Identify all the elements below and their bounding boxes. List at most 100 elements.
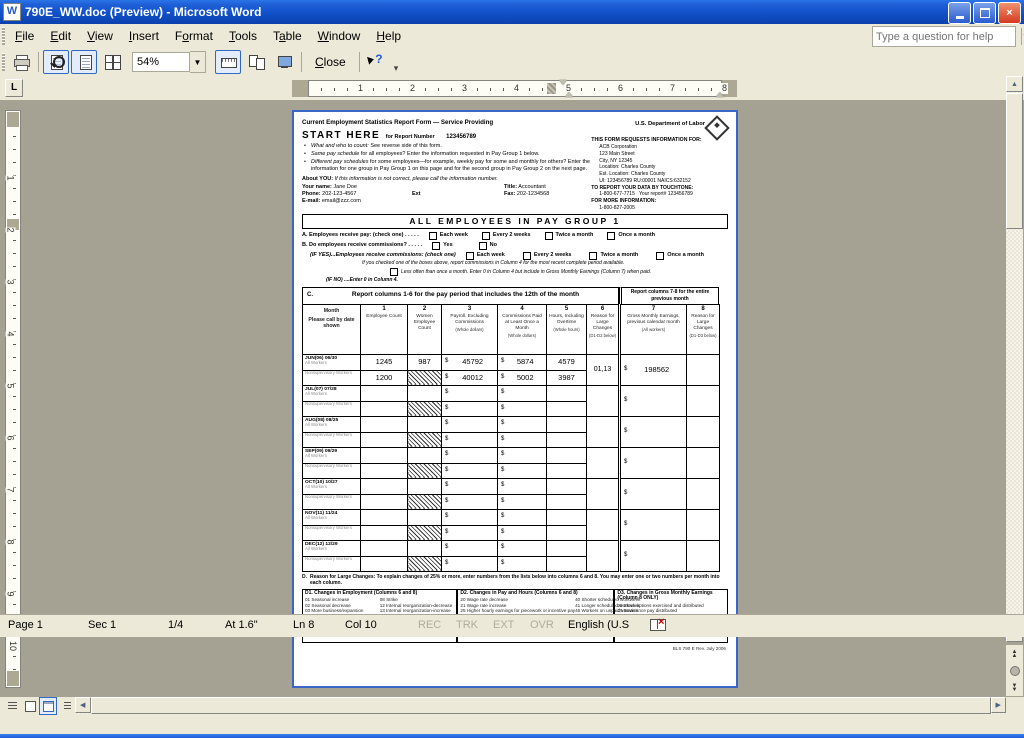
scroll-left-button[interactable]: ◀ — [75, 697, 91, 713]
menu-file[interactable]: File — [7, 26, 42, 46]
select-browse-object-button[interactable] — [1006, 662, 1023, 679]
horizontal-scrollbar[interactable]: ◀ ▶ — [0, 697, 1006, 714]
column-header-4: 4Commissions Paid at Least Once a Month(… — [498, 304, 547, 354]
full-screen-button[interactable] — [271, 50, 297, 74]
checkbox[interactable] — [545, 232, 553, 240]
outline-view-button[interactable] — [57, 697, 75, 715]
checkbox-option[interactable]: Yes — [432, 242, 452, 250]
checkbox[interactable] — [432, 242, 440, 250]
previous-page-button[interactable]: ▲▲ — [1006, 645, 1023, 662]
menu-grip[interactable] — [2, 27, 5, 45]
next-page-button[interactable]: ▼▼ — [1006, 679, 1023, 696]
checkbox[interactable] — [429, 232, 437, 240]
vruler-number: 7 — [6, 487, 16, 492]
horizontal-scroll-thumb[interactable] — [91, 697, 991, 714]
status-ovr[interactable]: OVR — [530, 619, 554, 631]
checkbox-option[interactable]: Twice a month — [589, 252, 638, 260]
help-button[interactable]: ? — [364, 50, 390, 74]
checkbox[interactable] — [482, 232, 490, 240]
close-window-button[interactable]: × — [998, 2, 1021, 24]
restore-button[interactable] — [973, 2, 996, 24]
hruler-number: 2 — [409, 83, 416, 94]
horizontal-ruler[interactable]: 12345678 — [292, 80, 737, 97]
checkbox-option[interactable]: Each week — [466, 252, 505, 260]
checkbox-option[interactable]: Twice a month — [545, 232, 594, 240]
tab-stop-selector[interactable]: L — [5, 79, 23, 97]
close-preview-button[interactable]: Close — [306, 50, 355, 74]
checkbox-option[interactable]: Every 2 weeks — [523, 252, 572, 260]
vertical-ruler[interactable]: 12345678910 — [5, 110, 21, 688]
help-question-input[interactable] — [873, 31, 1021, 43]
menu-tools[interactable]: Tools — [221, 26, 265, 46]
view-ruler-button[interactable] — [215, 50, 241, 74]
status-rec[interactable]: REC — [418, 619, 441, 631]
right-indent-marker[interactable] — [716, 92, 724, 97]
checkbox-option[interactable]: Each week — [429, 232, 468, 240]
report-number: 123456789 — [446, 134, 476, 140]
more-info-number: 1-800-827-2005 — [599, 205, 728, 212]
checkbox[interactable] — [466, 252, 474, 260]
magnifier-button[interactable] — [43, 50, 69, 74]
status-page: Page 1 — [8, 619, 43, 631]
zoom-level-field[interactable]: 54% — [132, 52, 190, 72]
checkbox[interactable] — [656, 252, 664, 260]
company-location: Location: Charles County — [599, 164, 728, 171]
vertical-scroll-thumb[interactable] — [1006, 93, 1023, 229]
table-row-all-workers: OCT(10) 10/27All Workers$$$ — [303, 478, 720, 494]
browse-buttons: ▲▲ ▼▼ — [1006, 645, 1023, 696]
status-ext[interactable]: EXT — [493, 619, 514, 631]
checkbox[interactable] — [589, 252, 597, 260]
help-question-box[interactable]: ▼ — [872, 26, 1016, 47]
spelling-status-icon[interactable]: × — [650, 617, 668, 631]
hruler-number: 4 — [513, 83, 520, 94]
checkbox-option[interactable]: Every 2 weeks — [482, 232, 531, 240]
checkbox[interactable] — [390, 268, 398, 276]
checkbox[interactable] — [523, 252, 531, 260]
one-page-button[interactable] — [71, 50, 97, 74]
section-b-note: If you checked one of the boxes above, r… — [362, 260, 728, 267]
minimize-button[interactable] — [948, 2, 971, 24]
multiple-pages-button[interactable] — [99, 50, 125, 74]
menu-view[interactable]: View — [79, 26, 121, 46]
document-area: 12345678910 Current Employment Statistic… — [0, 100, 1024, 697]
print-layout-view-button[interactable] — [39, 697, 57, 715]
menu-table[interactable]: Table — [265, 26, 310, 46]
menu-help[interactable]: Help — [368, 26, 409, 46]
toolbar-grip[interactable] — [2, 53, 5, 71]
hruler-number: 1 — [357, 83, 364, 94]
scroll-up-button[interactable]: ▲ — [1006, 76, 1023, 92]
web-layout-view-button[interactable] — [21, 697, 39, 715]
first-line-indent-marker[interactable] — [559, 80, 567, 85]
status-page-of: 1/4 — [168, 619, 183, 631]
menu-format[interactable]: Format — [167, 26, 221, 46]
menu-insert[interactable]: Insert — [121, 26, 167, 46]
pay-table-body: JUN(06) 06/30All Workers1245987$45792$58… — [303, 354, 720, 571]
menu-window[interactable]: Window — [310, 26, 369, 46]
table-row-all-workers: JUL(07) 07/28All Workers$$$ — [303, 385, 720, 401]
your-name: Your name: Jane Doe — [302, 184, 504, 191]
checkbox[interactable] — [479, 242, 487, 250]
toolbar-options-chevron[interactable]: ▾ — [391, 63, 402, 74]
company-street: 123 Main Street — [599, 151, 728, 158]
print-button[interactable] — [8, 50, 34, 74]
email: E-mail: email@zzz.com — [302, 198, 591, 205]
document-page[interactable]: Current Employment Statistics Report For… — [292, 110, 738, 688]
vertical-scrollbar[interactable]: ▲ ▼ — [1006, 76, 1023, 642]
scroll-right-button[interactable]: ▶ — [991, 697, 1007, 713]
shrink-to-fit-button[interactable] — [243, 50, 269, 74]
table-column-marker[interactable] — [547, 83, 556, 94]
checkbox[interactable] — [607, 232, 615, 240]
vruler-number: 1 — [6, 175, 16, 180]
status-trk[interactable]: TRK — [456, 619, 478, 631]
ext: Ext — [412, 191, 504, 198]
checkbox-option[interactable]: Once a month — [656, 252, 704, 260]
menu-edit[interactable]: Edit — [42, 26, 79, 46]
normal-view-button[interactable] — [3, 697, 21, 715]
close-label: lose — [324, 55, 346, 69]
zoom-dropdown-arrow[interactable]: ▼ — [190, 51, 206, 73]
hanging-indent-marker[interactable] — [565, 92, 573, 97]
checkbox-option[interactable]: Once a month — [607, 232, 655, 240]
start-here-line: START HERE for Report Number 123456789 — [302, 129, 591, 142]
checkbox-option[interactable]: No — [479, 242, 497, 250]
column-header-7: 7Gross Monthly Earnings, previous calend… — [620, 304, 687, 354]
